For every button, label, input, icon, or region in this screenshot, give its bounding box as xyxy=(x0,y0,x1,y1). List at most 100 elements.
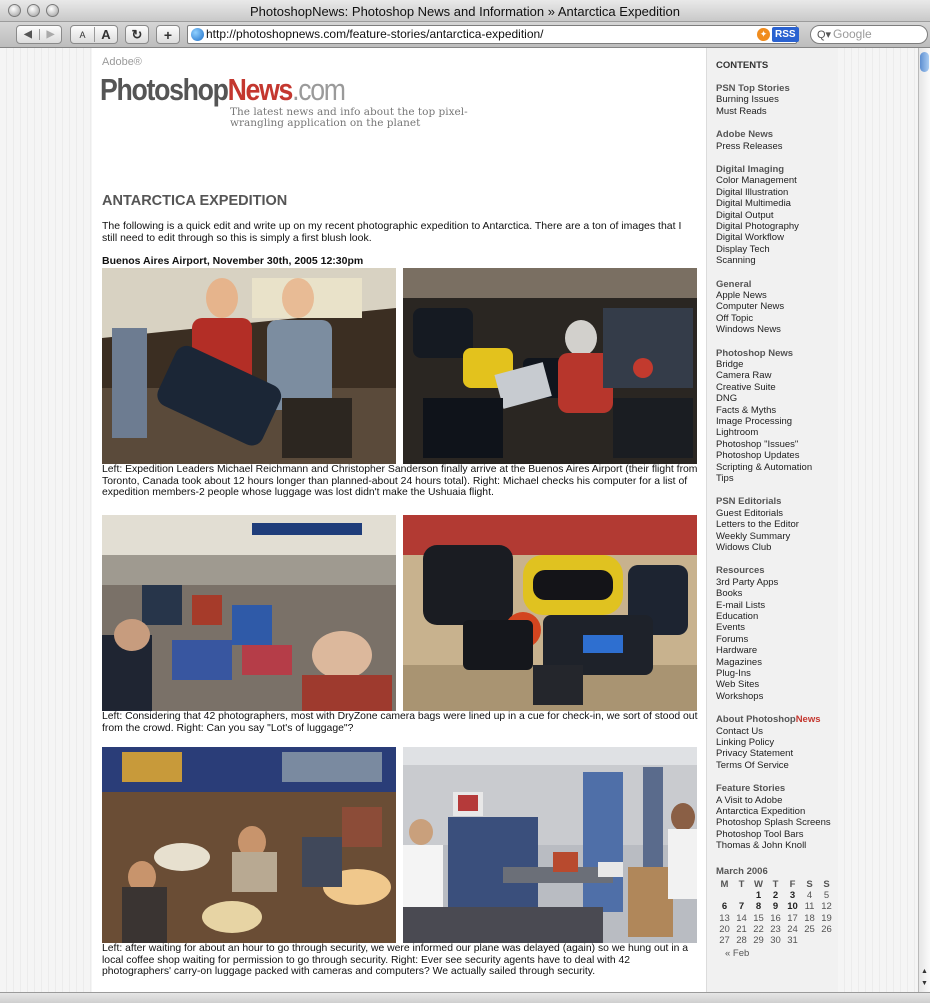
sidebar-link[interactable]: Workshops xyxy=(716,691,778,702)
calendar-day[interactable]: 6 xyxy=(716,901,733,912)
search-field[interactable]: Q▾ Google xyxy=(810,25,928,44)
sidebar-link[interactable]: Scanning xyxy=(716,255,799,266)
sidebar-link[interactable]: Computer News xyxy=(716,301,784,312)
sidebar-section-heading[interactable]: General xyxy=(716,279,784,290)
sidebar-link[interactable]: Digital Photography xyxy=(716,221,799,232)
sidebar-link[interactable]: Digital Workflow xyxy=(716,232,799,243)
sidebar-link[interactable]: Books xyxy=(716,588,778,599)
scroll-arrows[interactable]: ▲ ▼ xyxy=(919,966,930,992)
sidebar-link[interactable]: Windows News xyxy=(716,324,784,335)
calendar-weekday: F xyxy=(789,879,796,890)
back-forward-buttons: ◀ ▶ xyxy=(16,25,62,44)
sidebar-link[interactable]: Hardware xyxy=(716,645,778,656)
sidebar-link[interactable]: 3rd Party Apps xyxy=(716,577,778,588)
back-arrow-icon[interactable]: ◀ xyxy=(17,29,39,40)
sidebar-link[interactable]: Magazines xyxy=(716,657,778,668)
sidebar-link[interactable]: A Visit to Adobe xyxy=(716,795,831,806)
reload-icon[interactable]: ↻ xyxy=(125,25,149,44)
text-smaller-button[interactable]: A xyxy=(71,30,94,40)
sidebar-link[interactable]: Linking Policy xyxy=(716,737,821,748)
sidebar-link[interactable]: Digital Multimedia xyxy=(716,198,799,209)
photo-crowd-checkin xyxy=(102,515,396,711)
sidebar-link[interactable]: Web Sites xyxy=(716,679,778,690)
address-bar[interactable]: http://photoshopnews.com/feature-stories… xyxy=(187,25,797,44)
sidebar-link[interactable]: Photoshop "Issues" xyxy=(716,439,812,450)
calendar-day[interactable]: 7 xyxy=(733,901,750,912)
sidebar-link[interactable]: Forums xyxy=(716,634,778,645)
sidebar-link[interactable]: E-mail Lists xyxy=(716,600,778,611)
sidebar-link[interactable]: Display Tech xyxy=(716,244,799,255)
search-icon: Q▾ xyxy=(817,29,832,41)
text-bigger-button[interactable]: A xyxy=(94,27,117,42)
sidebar-link[interactable]: Off Topic xyxy=(716,313,784,324)
site-logo[interactable]: PhotoshopNews.com xyxy=(100,72,346,108)
sidebar-link[interactable]: Must Reads xyxy=(716,106,790,117)
sidebar-link[interactable]: DNG xyxy=(716,393,812,404)
sidebar-link[interactable]: Apple News xyxy=(716,290,784,301)
sidebar-link[interactable]: Image Processing xyxy=(716,416,812,427)
logo-news: News xyxy=(227,72,294,107)
sidebar-link[interactable]: Terms Of Service xyxy=(716,760,821,771)
calendar-day[interactable]: 2 xyxy=(767,890,784,901)
photo-leaders-arrive xyxy=(102,268,396,464)
sidebar: CONTENTS PSN Top Stories Burning Issues Mu… xyxy=(706,48,838,992)
add-bookmark-icon[interactable]: + xyxy=(156,25,180,44)
sidebar-section: Resources 3rd Party Apps Books E-mail Lists… xyxy=(716,565,778,702)
sidebar-section-heading[interactable]: Digital Imaging xyxy=(716,164,799,175)
calendar-day[interactable]: 9 xyxy=(767,901,784,912)
calendar-day[interactable]: 8 xyxy=(750,901,767,912)
sidebar-link[interactable]: Widows Club xyxy=(716,542,799,553)
calendar-day[interactable]: 10 xyxy=(784,901,801,912)
sidebar-link[interactable]: Camera Raw xyxy=(716,370,812,381)
sidebar-link[interactable]: Events xyxy=(716,622,778,633)
sidebar-section: PSN Editorials Guest Editorials Letters to… xyxy=(716,496,799,553)
calendar-weekday: T xyxy=(772,879,779,890)
sidebar-link[interactable]: Privacy Statement xyxy=(716,748,821,759)
sidebar-section-heading[interactable]: PSN Top Stories xyxy=(716,83,790,94)
sidebar-link[interactable]: Guest Editorials xyxy=(716,508,799,519)
sidebar-link[interactable]: Education xyxy=(716,611,778,622)
sidebar-section-heading[interactable]: Feature Stories xyxy=(716,783,831,794)
sidebar-link[interactable]: Press Releases xyxy=(716,141,783,152)
feed-icon[interactable]: ✦ xyxy=(757,28,770,41)
sidebar-link[interactable]: Thomas & John Knoll xyxy=(716,840,831,851)
calendar-prev-link[interactable]: « Feb xyxy=(725,948,835,959)
sidebar-section-heading[interactable]: Adobe News xyxy=(716,129,783,140)
calendar: March 2006 M T W T F S S 1 2 3 4 5 6 7 8 9 10 11 12 13 14 15 1… xyxy=(716,866,835,959)
vertical-scrollbar[interactable]: ▲ ▼ xyxy=(918,48,930,992)
sidebar-link[interactable]: Digital Illustration xyxy=(716,187,799,198)
calendar-day[interactable]: 1 xyxy=(750,890,767,901)
sidebar-section-heading[interactable]: About PhotoshopNews xyxy=(716,714,821,725)
sidebar-link[interactable]: Photoshop Splash Screens xyxy=(716,817,831,828)
sidebar-link[interactable]: Plug-Ins xyxy=(716,668,778,679)
calendar-day: 13 xyxy=(719,912,730,924)
sidebar-link[interactable]: Burning Issues xyxy=(716,94,790,105)
sidebar-link[interactable]: Contact Us xyxy=(716,726,821,737)
rss-button[interactable]: RSS xyxy=(772,27,799,42)
sidebar-link[interactable]: Scripting & Automation xyxy=(716,462,812,473)
sidebar-link[interactable]: Weekly Summary xyxy=(716,531,799,542)
calendar-day: 27 xyxy=(719,935,730,947)
forward-arrow-icon[interactable]: ▶ xyxy=(39,29,61,40)
sidebar-link[interactable]: Facts & Myths xyxy=(716,405,812,416)
sidebar-section-heading[interactable]: PSN Editorials xyxy=(716,496,799,507)
sidebar-link[interactable]: Photoshop Tool Bars xyxy=(716,829,831,840)
calendar-day: 30 xyxy=(770,935,781,947)
sidebar-section-heading-text: Adobe News xyxy=(716,129,774,141)
scrollbar-thumb[interactable] xyxy=(920,52,929,72)
sidebar-section-heading[interactable]: Resources xyxy=(716,565,778,576)
sidebar-link[interactable]: Tips xyxy=(716,473,812,484)
sidebar-link[interactable]: Letters to the Editor xyxy=(716,519,799,530)
sidebar-section-heading[interactable]: Photoshop News xyxy=(716,348,812,359)
calendar-day: 5 xyxy=(823,890,830,902)
sidebar-link[interactable]: Lightroom xyxy=(716,427,812,438)
sidebar-link[interactable]: Digital Output xyxy=(716,210,799,221)
calendar-day[interactable]: 3 xyxy=(784,890,801,901)
sidebar-link[interactable]: Creative Suite xyxy=(716,382,812,393)
sidebar-link[interactable]: Color Management xyxy=(716,175,799,186)
sidebar-link[interactable]: Bridge xyxy=(716,359,812,370)
article-title: ANTARCTICA EXPEDITION xyxy=(102,193,288,209)
sidebar-link[interactable]: Photoshop Updates xyxy=(716,450,812,461)
sidebar-link[interactable]: Antarctica Expedition xyxy=(716,806,831,817)
sidebar-section-heading-text: Photoshop News xyxy=(716,347,794,359)
